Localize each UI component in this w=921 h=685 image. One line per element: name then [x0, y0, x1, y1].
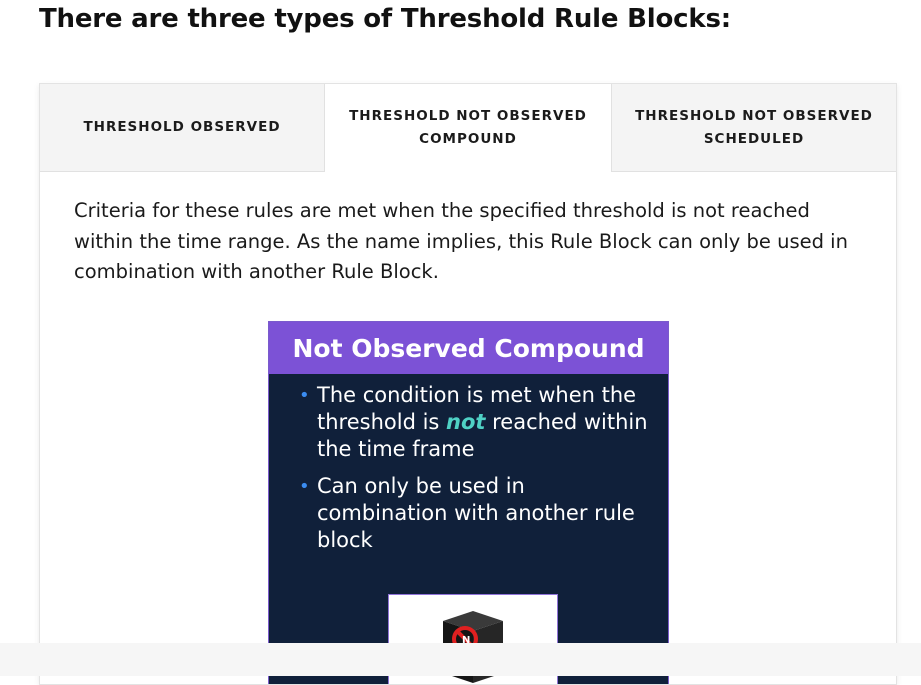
- slide-bullets: The condition is met when the threshold …: [269, 374, 668, 554]
- tab-label: COMPOUND: [419, 131, 517, 147]
- bottom-bar: [0, 643, 921, 676]
- tab-panel: THRESHOLD OBSERVED THRESHOLD NOT OBSERVE…: [39, 83, 897, 685]
- slide-title: Not Observed Compound: [269, 322, 668, 374]
- emphasis-text: not: [446, 410, 486, 434]
- tab-description: Criteria for these rules are met when th…: [74, 199, 848, 283]
- section-heading: There are three types of Threshold Rule …: [39, 4, 731, 34]
- tab-label: THRESHOLD NOT OBSERVED: [349, 108, 587, 124]
- tab-label: THRESHOLD NOT OBSERVED: [635, 107, 873, 124]
- tab-threshold-not-observed-compound[interactable]: THRESHOLD NOT OBSERVED COMPOUND: [325, 84, 611, 173]
- tab-threshold-observed[interactable]: THRESHOLD OBSERVED: [40, 84, 325, 172]
- slide-image: Not Observed Compound The condition is m…: [268, 321, 669, 684]
- slide-bullet: The condition is met when the threshold …: [299, 382, 654, 463]
- tab-threshold-not-observed-scheduled[interactable]: THRESHOLD NOT OBSERVED SCHEDULED: [611, 84, 896, 172]
- tab-label: SCHEDULED: [703, 130, 805, 147]
- tab-bar: THRESHOLD OBSERVED THRESHOLD NOT OBSERVE…: [40, 84, 896, 173]
- bullet-text: Can only be used in combination with ano…: [317, 474, 635, 552]
- tab-label: THRESHOLD OBSERVED: [83, 119, 281, 135]
- slide-bullet: Can only be used in combination with ano…: [299, 473, 654, 554]
